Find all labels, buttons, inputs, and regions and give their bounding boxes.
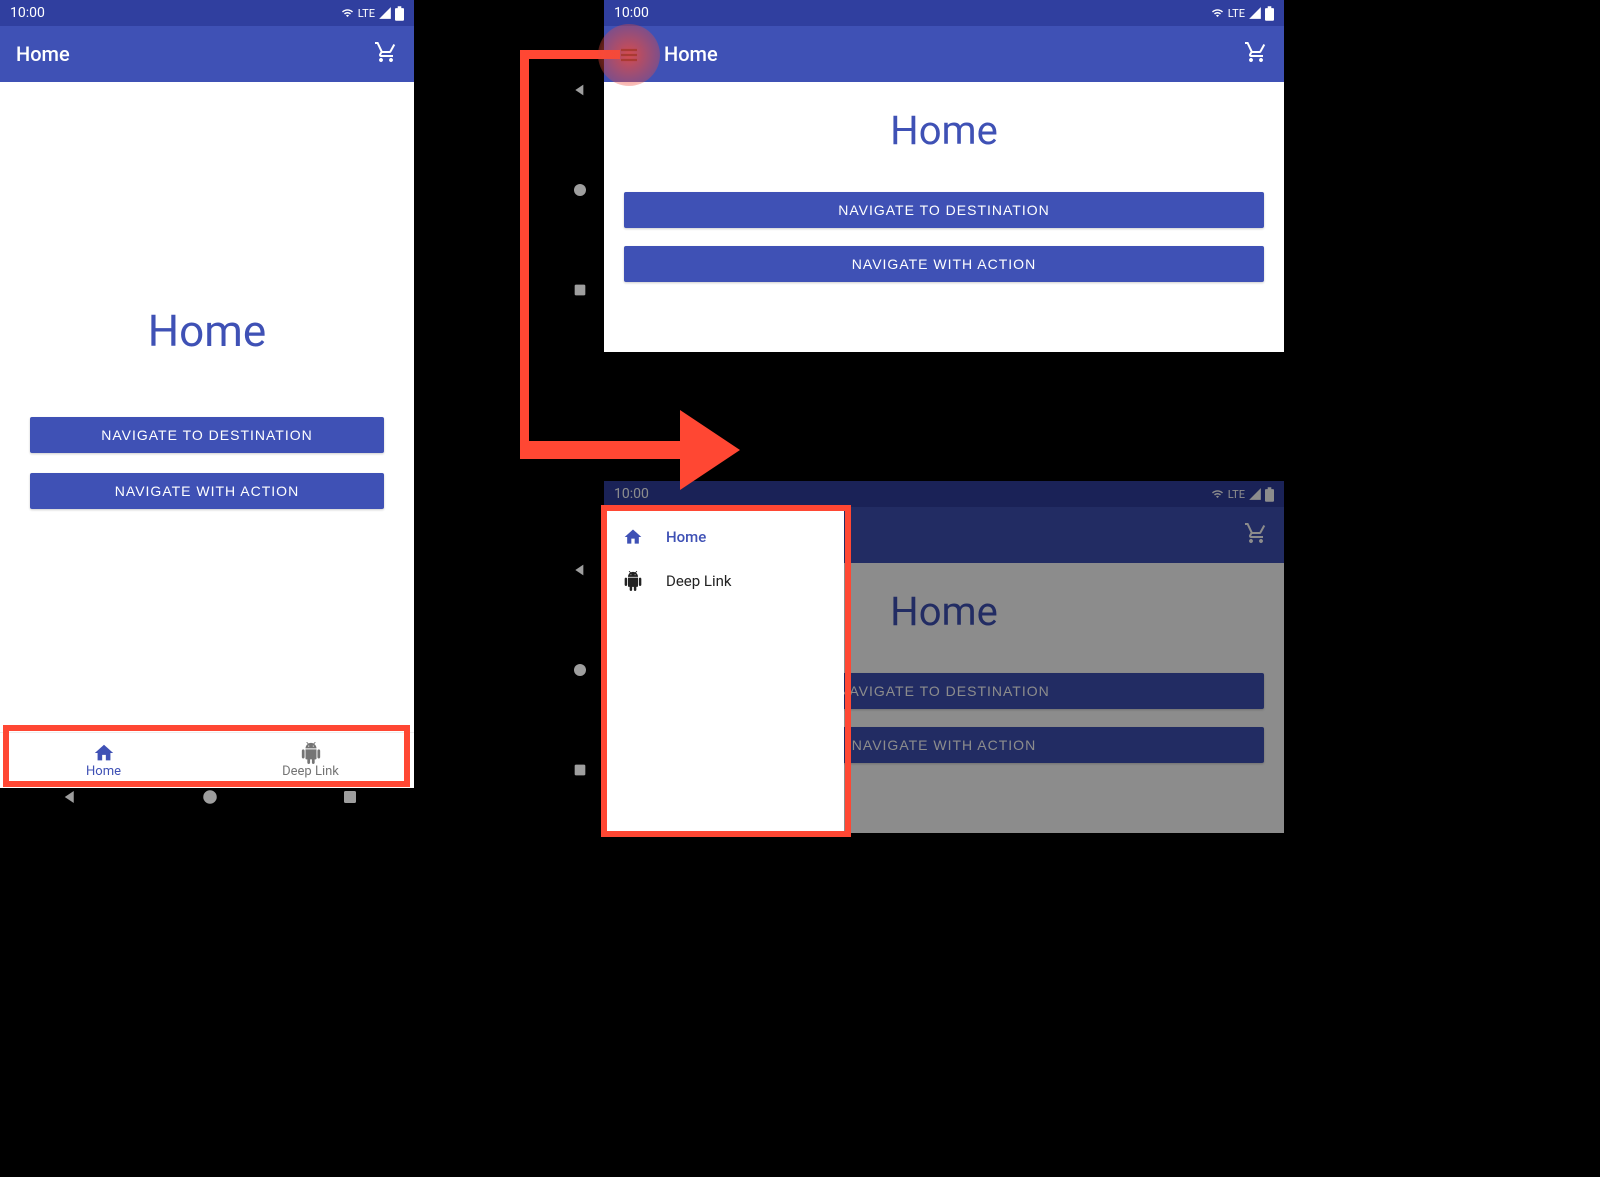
app-bar: Home xyxy=(0,26,414,82)
drawer-item-home[interactable]: Home xyxy=(604,515,844,559)
hamburger-icon[interactable] xyxy=(617,43,641,67)
page-body: Home NAVIGATE TO DESTINATION NAVIGATE WI… xyxy=(0,82,414,732)
system-navigation-bar xyxy=(560,520,600,820)
recent-icon[interactable] xyxy=(572,282,588,298)
status-bar: 10:00 LTE xyxy=(0,0,414,26)
status-indicators: LTE xyxy=(1210,6,1274,21)
navigate-destination-button[interactable]: NAVIGATE TO DESTINATION xyxy=(30,417,384,453)
home-icon xyxy=(93,742,115,764)
navigate-action-button[interactable]: NAVIGATE WITH ACTION xyxy=(624,246,1264,282)
status-indicators: LTE xyxy=(340,6,404,21)
back-icon[interactable] xyxy=(61,788,79,806)
android-icon xyxy=(622,571,644,591)
status-network-label: LTE xyxy=(358,7,375,20)
app-bar: Home xyxy=(604,26,1284,82)
home-nav-icon[interactable] xyxy=(201,788,219,806)
phone-portrait-screenshot: 10:00 LTE Home Home NAVIGATE TO DESTINAT… xyxy=(0,0,414,788)
app-bar-title: Home xyxy=(16,42,374,66)
page-body: Home NAVIGATE TO DESTINATION NAVIGATE WI… xyxy=(604,82,1284,352)
navigate-destination-button[interactable]: NAVIGATE TO DESTINATION xyxy=(624,192,1264,228)
navigation-drawer: Home Deep Link xyxy=(604,507,844,833)
signal-icon xyxy=(1248,6,1262,20)
wifi-icon xyxy=(340,7,355,19)
system-navigation-bar xyxy=(560,40,600,340)
page-title: Home xyxy=(624,107,1264,154)
page-title: Home xyxy=(30,305,384,357)
home-icon xyxy=(622,527,644,547)
navigate-action-button[interactable]: NAVIGATE WITH ACTION xyxy=(30,473,384,509)
signal-icon xyxy=(378,6,392,20)
drawer-item-label: Home xyxy=(666,528,706,546)
back-icon[interactable] xyxy=(572,82,588,98)
drawer-item-label: Deep Link xyxy=(666,572,732,590)
status-time: 10:00 xyxy=(614,5,649,21)
app-bar-title: Home xyxy=(664,42,1244,66)
drawer-item-deep-link[interactable]: Deep Link xyxy=(604,559,844,603)
recent-icon[interactable] xyxy=(341,788,359,806)
back-icon[interactable] xyxy=(572,562,588,578)
status-network-label: LTE xyxy=(1228,7,1245,20)
cart-icon[interactable] xyxy=(374,40,398,69)
cart-icon[interactable] xyxy=(1244,40,1268,69)
system-navigation-bar xyxy=(0,777,420,817)
home-nav-icon[interactable] xyxy=(572,662,588,678)
status-bar: 10:00 LTE xyxy=(604,0,1284,26)
annotation-tap-hamburger xyxy=(598,24,660,86)
battery-icon xyxy=(395,6,404,21)
wifi-icon xyxy=(1210,7,1225,19)
battery-icon xyxy=(1265,6,1274,21)
status-time: 10:00 xyxy=(10,5,45,21)
home-nav-icon[interactable] xyxy=(572,182,588,198)
tablet-landscape-drawer-screenshot: 10:00 LTE Home NAVIGATE TO DESTINATION N… xyxy=(604,481,1284,833)
recent-icon[interactable] xyxy=(572,762,588,778)
android-icon xyxy=(300,742,322,764)
tablet-landscape-screenshot: 10:00 LTE Home Home NAVIGATE TO DESTINAT… xyxy=(604,0,1284,352)
